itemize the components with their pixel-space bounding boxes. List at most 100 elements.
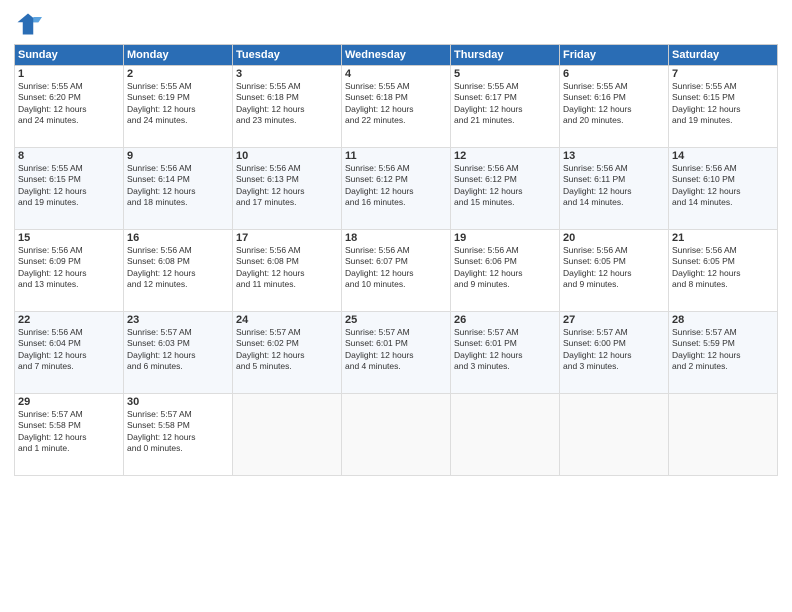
day-info: Sunrise: 5:57 AMSunset: 6:03 PMDaylight:… — [127, 327, 196, 371]
calendar-day-cell: 19 Sunrise: 5:56 AMSunset: 6:06 PMDaylig… — [451, 230, 560, 312]
calendar-day-cell: 16 Sunrise: 5:56 AMSunset: 6:08 PMDaylig… — [124, 230, 233, 312]
weekday-header-cell: Wednesday — [342, 45, 451, 66]
day-number: 19 — [454, 232, 556, 244]
calendar-day-cell: 9 Sunrise: 5:56 AMSunset: 6:14 PMDayligh… — [124, 148, 233, 230]
day-number: 17 — [236, 232, 338, 244]
calendar-week-row: 22 Sunrise: 5:56 AMSunset: 6:04 PMDaylig… — [15, 312, 778, 394]
day-info: Sunrise: 5:57 AMSunset: 6:01 PMDaylight:… — [454, 327, 523, 371]
day-number: 7 — [672, 68, 774, 80]
day-info: Sunrise: 5:56 AMSunset: 6:04 PMDaylight:… — [18, 327, 87, 371]
day-info: Sunrise: 5:56 AMSunset: 6:07 PMDaylight:… — [345, 245, 414, 289]
calendar-day-cell: 1 Sunrise: 5:55 AMSunset: 6:20 PMDayligh… — [15, 66, 124, 148]
calendar-day-cell — [669, 394, 778, 476]
day-info: Sunrise: 5:57 AMSunset: 5:59 PMDaylight:… — [672, 327, 741, 371]
day-number: 28 — [672, 314, 774, 326]
calendar-day-cell: 5 Sunrise: 5:55 AMSunset: 6:17 PMDayligh… — [451, 66, 560, 148]
calendar-day-cell: 20 Sunrise: 5:56 AMSunset: 6:05 PMDaylig… — [560, 230, 669, 312]
day-number: 15 — [18, 232, 120, 244]
calendar-day-cell: 26 Sunrise: 5:57 AMSunset: 6:01 PMDaylig… — [451, 312, 560, 394]
calendar-day-cell — [233, 394, 342, 476]
calendar-day-cell: 8 Sunrise: 5:55 AMSunset: 6:15 PMDayligh… — [15, 148, 124, 230]
calendar-day-cell: 11 Sunrise: 5:56 AMSunset: 6:12 PMDaylig… — [342, 148, 451, 230]
calendar-body: 1 Sunrise: 5:55 AMSunset: 6:20 PMDayligh… — [15, 66, 778, 476]
day-info: Sunrise: 5:55 AMSunset: 6:18 PMDaylight:… — [236, 81, 305, 125]
day-number: 25 — [345, 314, 447, 326]
day-info: Sunrise: 5:55 AMSunset: 6:18 PMDaylight:… — [345, 81, 414, 125]
day-info: Sunrise: 5:56 AMSunset: 6:10 PMDaylight:… — [672, 163, 741, 207]
day-number: 2 — [127, 68, 229, 80]
day-info: Sunrise: 5:56 AMSunset: 6:05 PMDaylight:… — [563, 245, 632, 289]
calendar-day-cell: 3 Sunrise: 5:55 AMSunset: 6:18 PMDayligh… — [233, 66, 342, 148]
day-info: Sunrise: 5:56 AMSunset: 6:09 PMDaylight:… — [18, 245, 87, 289]
day-info: Sunrise: 5:56 AMSunset: 6:08 PMDaylight:… — [127, 245, 196, 289]
calendar-day-cell: 24 Sunrise: 5:57 AMSunset: 6:02 PMDaylig… — [233, 312, 342, 394]
weekday-header-cell: Thursday — [451, 45, 560, 66]
calendar-week-row: 29 Sunrise: 5:57 AMSunset: 5:58 PMDaylig… — [15, 394, 778, 476]
calendar-day-cell: 28 Sunrise: 5:57 AMSunset: 5:59 PMDaylig… — [669, 312, 778, 394]
day-number: 20 — [563, 232, 665, 244]
day-number: 18 — [345, 232, 447, 244]
day-info: Sunrise: 5:55 AMSunset: 6:19 PMDaylight:… — [127, 81, 196, 125]
day-number: 9 — [127, 150, 229, 162]
day-number: 21 — [672, 232, 774, 244]
day-number: 26 — [454, 314, 556, 326]
calendar-day-cell: 17 Sunrise: 5:56 AMSunset: 6:08 PMDaylig… — [233, 230, 342, 312]
day-number: 8 — [18, 150, 120, 162]
day-number: 14 — [672, 150, 774, 162]
day-number: 3 — [236, 68, 338, 80]
calendar-day-cell: 12 Sunrise: 5:56 AMSunset: 6:12 PMDaylig… — [451, 148, 560, 230]
day-number: 6 — [563, 68, 665, 80]
day-number: 22 — [18, 314, 120, 326]
calendar-day-cell — [560, 394, 669, 476]
day-number: 29 — [18, 396, 120, 408]
calendar-day-cell: 7 Sunrise: 5:55 AMSunset: 6:15 PMDayligh… — [669, 66, 778, 148]
calendar-day-cell: 13 Sunrise: 5:56 AMSunset: 6:11 PMDaylig… — [560, 148, 669, 230]
day-number: 12 — [454, 150, 556, 162]
day-info: Sunrise: 5:56 AMSunset: 6:12 PMDaylight:… — [454, 163, 523, 207]
weekday-header-cell: Friday — [560, 45, 669, 66]
day-number: 11 — [345, 150, 447, 162]
day-info: Sunrise: 5:56 AMSunset: 6:05 PMDaylight:… — [672, 245, 741, 289]
calendar-day-cell: 2 Sunrise: 5:55 AMSunset: 6:19 PMDayligh… — [124, 66, 233, 148]
weekday-header-row: SundayMondayTuesdayWednesdayThursdayFrid… — [15, 45, 778, 66]
day-info: Sunrise: 5:55 AMSunset: 6:15 PMDaylight:… — [18, 163, 87, 207]
calendar-day-cell: 22 Sunrise: 5:56 AMSunset: 6:04 PMDaylig… — [15, 312, 124, 394]
day-info: Sunrise: 5:55 AMSunset: 6:16 PMDaylight:… — [563, 81, 632, 125]
day-number: 13 — [563, 150, 665, 162]
day-info: Sunrise: 5:57 AMSunset: 6:01 PMDaylight:… — [345, 327, 414, 371]
calendar-day-cell: 25 Sunrise: 5:57 AMSunset: 6:01 PMDaylig… — [342, 312, 451, 394]
calendar-day-cell: 27 Sunrise: 5:57 AMSunset: 6:00 PMDaylig… — [560, 312, 669, 394]
calendar-day-cell: 4 Sunrise: 5:55 AMSunset: 6:18 PMDayligh… — [342, 66, 451, 148]
day-info: Sunrise: 5:56 AMSunset: 6:08 PMDaylight:… — [236, 245, 305, 289]
calendar-day-cell: 6 Sunrise: 5:55 AMSunset: 6:16 PMDayligh… — [560, 66, 669, 148]
day-number: 27 — [563, 314, 665, 326]
calendar-week-row: 15 Sunrise: 5:56 AMSunset: 6:09 PMDaylig… — [15, 230, 778, 312]
day-info: Sunrise: 5:56 AMSunset: 6:13 PMDaylight:… — [236, 163, 305, 207]
day-number: 4 — [345, 68, 447, 80]
day-number: 24 — [236, 314, 338, 326]
calendar-day-cell: 10 Sunrise: 5:56 AMSunset: 6:13 PMDaylig… — [233, 148, 342, 230]
day-number: 1 — [18, 68, 120, 80]
day-info: Sunrise: 5:57 AMSunset: 5:58 PMDaylight:… — [127, 409, 196, 453]
day-info: Sunrise: 5:55 AMSunset: 6:20 PMDaylight:… — [18, 81, 87, 125]
day-number: 30 — [127, 396, 229, 408]
calendar-day-cell: 14 Sunrise: 5:56 AMSunset: 6:10 PMDaylig… — [669, 148, 778, 230]
calendar-week-row: 1 Sunrise: 5:55 AMSunset: 6:20 PMDayligh… — [15, 66, 778, 148]
day-info: Sunrise: 5:56 AMSunset: 6:06 PMDaylight:… — [454, 245, 523, 289]
day-info: Sunrise: 5:56 AMSunset: 6:14 PMDaylight:… — [127, 163, 196, 207]
weekday-header-cell: Tuesday — [233, 45, 342, 66]
logo-icon — [14, 10, 42, 38]
calendar-day-cell: 15 Sunrise: 5:56 AMSunset: 6:09 PMDaylig… — [15, 230, 124, 312]
day-number: 23 — [127, 314, 229, 326]
day-info: Sunrise: 5:57 AMSunset: 6:00 PMDaylight:… — [563, 327, 632, 371]
calendar-day-cell: 23 Sunrise: 5:57 AMSunset: 6:03 PMDaylig… — [124, 312, 233, 394]
calendar-day-cell — [342, 394, 451, 476]
day-info: Sunrise: 5:55 AMSunset: 6:17 PMDaylight:… — [454, 81, 523, 125]
calendar-week-row: 8 Sunrise: 5:55 AMSunset: 6:15 PMDayligh… — [15, 148, 778, 230]
day-info: Sunrise: 5:55 AMSunset: 6:15 PMDaylight:… — [672, 81, 741, 125]
day-info: Sunrise: 5:57 AMSunset: 5:58 PMDaylight:… — [18, 409, 87, 453]
logo — [14, 10, 46, 38]
weekday-header-cell: Sunday — [15, 45, 124, 66]
weekday-header-cell: Monday — [124, 45, 233, 66]
header — [14, 10, 778, 38]
